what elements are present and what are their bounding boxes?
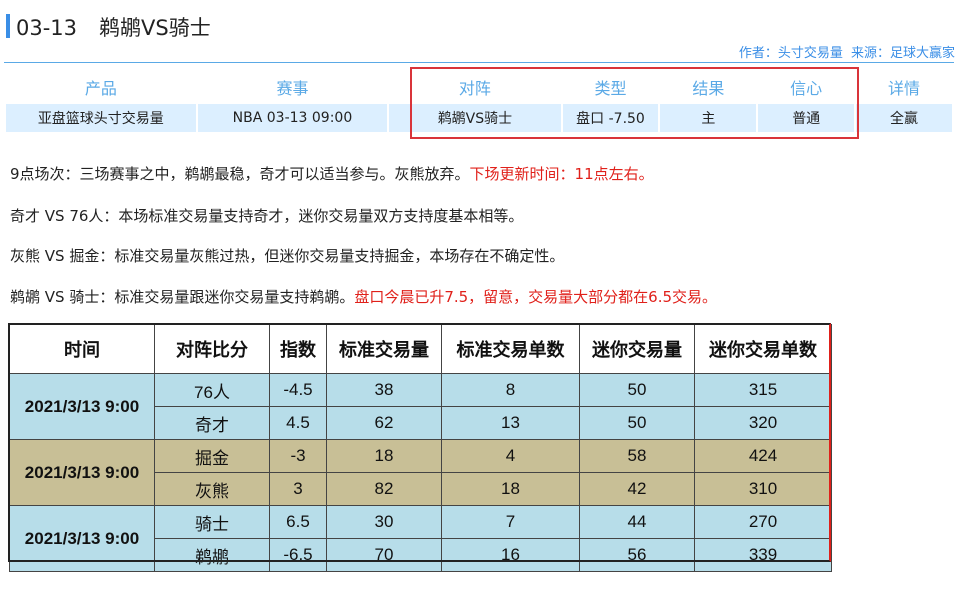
title-accent-bar [6,14,10,38]
summary-header-matchup: 对阵 [458,79,491,98]
mini-volume-cell: 44 [579,505,695,539]
mini-volume-cell: 50 [579,406,695,440]
summary-header-row: 产品 赛事 对阵 类型 结果 信心 详情 [6,70,952,104]
index-cell: -4.5 [269,373,327,407]
mini-volume-cell: 56 [579,538,695,572]
standard-orders-cell: 4 [441,439,580,473]
article-meta: 作者：头寸交易量 来源：足球大赢家 [739,42,955,61]
team-cell: 灰熊 [154,472,270,506]
standard-volume-cell: 82 [326,472,442,506]
standard-volume-cell: 18 [326,439,442,473]
summary-result: 主 [660,104,757,132]
mini-orders-cell: 424 [694,439,832,473]
summary-table: 产品 赛事 对阵 类型 结果 信心 详情 亚盘篮球头寸交易量 NBA 03-13… [4,70,954,132]
mini-volume-cell: 58 [579,439,695,473]
standard-volume-cell: 62 [326,406,442,440]
standard-volume-cell: 70 [326,538,442,572]
summary-row: 亚盘篮球头寸交易量 NBA 03-13 09:00 鹈鹕VS骑士 盘口 -7.5… [6,104,952,132]
header-standard-orders: 标准交易单数 [441,324,580,374]
index-cell: 4.5 [269,406,327,440]
paragraph-4: 鹈鹕 VS 骑士：标准交易量跟迷你交易量支持鹈鹕。盘口今晨已升7.5，留意，交易… [10,286,717,307]
table-row: 2021/3/13 9:00 76人 -4.5 38 8 50 315 [9,373,832,440]
summary-event: NBA 03-13 09:00 [197,104,388,132]
author-link[interactable]: 作者：头寸交易量 [739,46,843,61]
team-cell: 奇才 [154,406,270,440]
paragraph-4-text: 鹈鹕 VS 骑士：标准交易量跟迷你交易量支持鹈鹕。 [10,288,355,306]
trading-volume-table: 时间 对阵比分 指数 标准交易量 标准交易单数 迷你交易量 迷你交易单数 202… [9,324,832,572]
paragraph-3: 灰熊 VS 掘金：标准交易量灰熊过热，但迷你交易量支持掘金，本场存在不确定性。 [10,245,564,266]
group-time: 2021/3/13 9:00 [9,439,155,506]
page-title: 03-13 鹈鹕VS骑士 [16,12,211,42]
standard-orders-cell: 13 [441,406,580,440]
source-link[interactable]: 来源：足球大赢家 [851,46,955,61]
header-index: 指数 [269,324,327,374]
index-cell: -3 [269,439,327,473]
group-time: 2021/3/13 9:00 [9,373,155,440]
summary-header-confidence: 信心 [790,79,823,98]
table-row: 2021/3/13 9:00 掘金 -3 18 4 58 424 [9,439,832,506]
team-cell: 骑士 [154,505,270,539]
summary-header-type: 类型 [594,79,627,98]
table-row: 2021/3/13 9:00 骑士 6.5 30 7 44 270 [9,505,832,572]
header-standard-volume: 标准交易量 [326,324,442,374]
team-cell: 76人 [154,373,270,407]
group-time: 2021/3/13 9:00 [9,505,155,572]
standard-orders-cell: 8 [441,373,580,407]
standard-orders-cell: 18 [441,472,580,506]
mini-volume-cell: 50 [579,373,695,407]
paragraph-1-text: 9点场次：三场赛事之中，鹈鹕最稳，奇才可以适当参与。灰熊放弃。 [10,165,470,183]
mini-orders-cell: 270 [694,505,832,539]
paragraph-2: 奇才 VS 76人：本场标准交易量支持奇才，迷你交易量双方支持度基本相等。 [10,205,523,226]
paragraph-2-text: 奇才 VS 76人：本场标准交易量支持奇才，迷你交易量双方支持度基本相等。 [10,207,524,225]
mini-orders-cell: 315 [694,373,832,407]
mini-orders-cell: 310 [694,472,832,506]
paragraph-1: 9点场次：三场赛事之中，鹈鹕最稳，奇才可以适当参与。灰熊放弃。下场更新时间：11… [10,163,654,184]
title-matchup: 鹈鹕VS骑士 [99,16,211,40]
summary-type: 盘口 -7.50 [562,104,659,132]
mini-orders-cell: 339 [694,538,832,572]
mini-orders-cell: 320 [694,406,832,440]
paragraph-1-highlight: 下场更新时间：11点左右。 [469,165,654,183]
standard-volume-cell: 30 [326,505,442,539]
standard-orders-cell: 16 [441,538,580,572]
header-mini-volume: 迷你交易量 [579,324,695,374]
summary-header-result: 结果 [692,79,725,98]
summary-header-event: 赛事 [276,79,309,98]
summary-matchup: 鹈鹕VS骑士 [389,104,561,132]
index-cell: 6.5 [269,505,327,539]
header-matchup-score: 对阵比分 [154,324,270,374]
standard-orders-cell: 7 [441,505,580,539]
paragraph-4-highlight: 盘口今晨已升7.5，留意，交易量大部分都在6.5交易。 [354,288,718,306]
summary-detail[interactable]: 全赢 [856,104,952,132]
title-date: 03-13 [16,16,78,40]
summary-header-product: 产品 [84,79,117,98]
team-cell: 掘金 [154,439,270,473]
header-time: 时间 [9,324,155,374]
table-header-row: 时间 对阵比分 指数 标准交易量 标准交易单数 迷你交易量 迷你交易单数 [9,324,832,374]
header-divider [4,62,954,63]
summary-header-detail: 详情 [888,79,921,98]
standard-volume-cell: 38 [326,373,442,407]
paragraph-3-text: 灰熊 VS 掘金：标准交易量灰熊过热，但迷你交易量支持掘金，本场存在不确定性。 [10,247,565,265]
team-cell: 鹈鹕 [154,538,270,572]
summary-confidence: 普通 [758,104,855,132]
summary-product: 亚盘篮球头寸交易量 [6,104,196,132]
index-cell: 3 [269,472,327,506]
mini-volume-cell: 42 [579,472,695,506]
index-cell: -6.5 [269,538,327,572]
header-mini-orders: 迷你交易单数 [694,324,832,374]
